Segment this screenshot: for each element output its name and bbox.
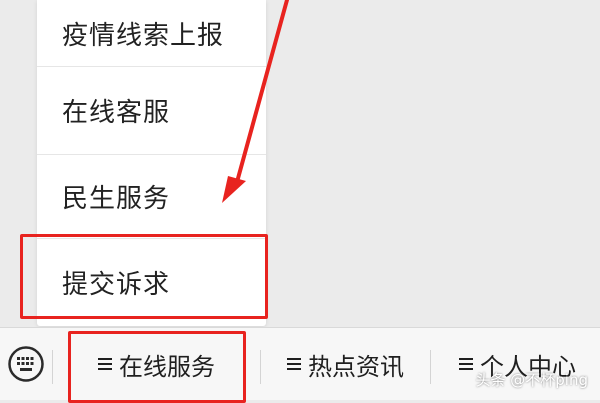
- menu-item-livelihood-services[interactable]: 民生服务: [37, 154, 266, 238]
- keyboard-toggle-button[interactable]: [0, 328, 52, 400]
- menu-item-online-support[interactable]: 在线客服: [37, 66, 266, 154]
- tab-hot-news[interactable]: 热点资讯: [261, 328, 430, 400]
- menu-item-label: 疫情线索上报: [62, 20, 225, 51]
- menu-item-epidemic-report[interactable]: 疫情线索上报: [37, 0, 266, 66]
- tab-label: 热点资讯: [308, 352, 404, 381]
- menu-item-label: 在线客服: [62, 97, 171, 128]
- keyboard-icon: [8, 346, 44, 382]
- menu-icon: [287, 358, 301, 370]
- menu-item-label: 民生服务: [62, 183, 171, 214]
- highlight-submit-request: [20, 234, 268, 319]
- highlight-online-services: [68, 331, 246, 403]
- menu-icon: [459, 358, 473, 370]
- watermark-text: 头条 @不杯ping: [475, 371, 589, 389]
